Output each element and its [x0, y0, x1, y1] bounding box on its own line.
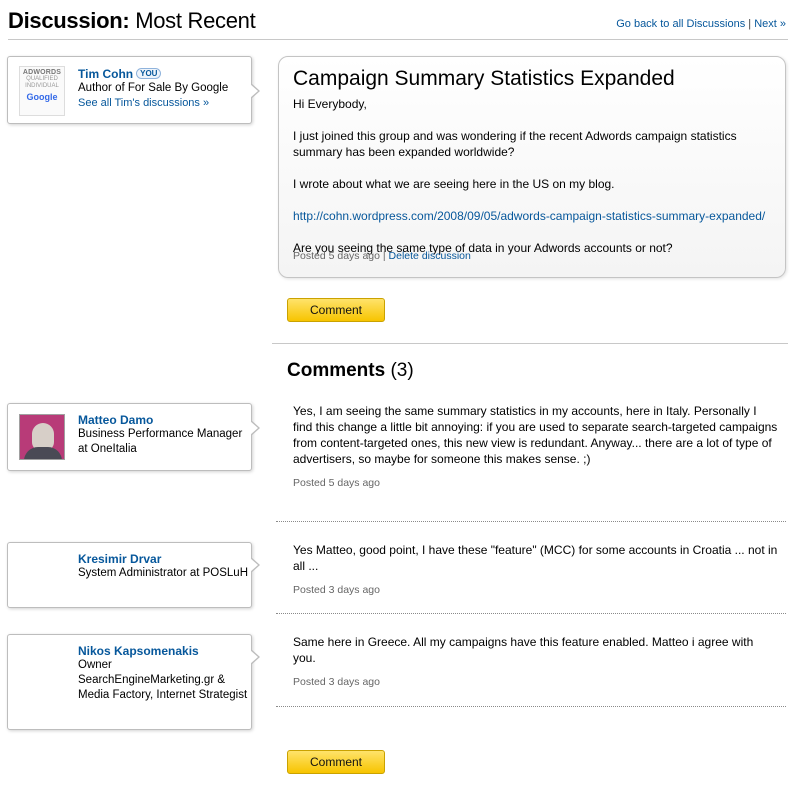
comments-count: (3) [385, 360, 414, 381]
post-paragraph-1: I just joined this group and was wonderi… [293, 129, 737, 159]
next-link[interactable]: Next » [754, 18, 786, 30]
comment-timestamp: Posted 5 days ago [293, 477, 380, 489]
badge-line2: QUALIFIED [26, 76, 58, 82]
author-card: ADWORDS QUALIFIED INDIVIDUAL Google Tim … [7, 56, 260, 124]
post-meta: Posted 5 days ago | Delete discussion [293, 250, 471, 262]
comment-separator [276, 521, 786, 522]
author-title: Author of For Sale By Google [78, 82, 229, 94]
google-logo: Google [26, 92, 58, 102]
you-badge: YOU [136, 68, 162, 79]
page-title: Discussion: Most Recent [8, 8, 256, 34]
back-to-discussions-link[interactable]: Go back to all Discussions [616, 18, 745, 30]
comment-timestamp: Posted 3 days ago [293, 676, 380, 688]
comment-separator [276, 613, 786, 614]
nav-separator: | [745, 18, 755, 30]
page-header: Discussion: Most Recent Go back to all D… [8, 6, 788, 40]
delete-discussion-link[interactable]: Delete discussion [389, 250, 471, 262]
post-body: Hi Everybody, I just joined this group a… [293, 96, 785, 272]
badge-line3: INDIVIDUAL [25, 83, 59, 89]
post-paragraph-2: I wrote about what we are seeing here in… [293, 177, 615, 191]
post-title: Campaign Summary Statistics Expanded [293, 67, 675, 90]
commenter-card: Kresimir Drvar System Administrator at P… [7, 542, 260, 608]
commenter-card: Nikos Kapsomenakis Owner SearchEngineMar… [7, 634, 260, 730]
commenter-role: Business Performance Manager at OneItali… [78, 428, 243, 455]
commenter-role: System Administrator at POSLuH [78, 567, 249, 579]
card-pointer [250, 649, 260, 665]
commenter-name[interactable]: Matteo Damo [78, 413, 153, 427]
post-greeting: Hi Everybody, [293, 97, 367, 111]
comment-text: Same here in Greece. All my campaigns ha… [293, 635, 754, 665]
discussion-nav: Go back to all Discussions | Next » [616, 18, 786, 30]
commenter-name[interactable]: Nikos Kapsomenakis [78, 644, 199, 658]
comment-button-top[interactable]: Comment [287, 298, 385, 322]
comments-heading: Comments (3) [287, 360, 414, 382]
author-name[interactable]: Tim Cohn [78, 67, 133, 81]
meta-separator: | [379, 250, 389, 262]
comment-button-bottom[interactable]: Comment [287, 750, 385, 774]
card-pointer [250, 557, 260, 573]
comment-separator [276, 706, 786, 707]
post-timestamp: Posted 5 days ago [293, 250, 380, 262]
comment-item: Yes Matteo, good point, I have these "fe… [293, 542, 779, 598]
comment-text: Yes, I am seeing the same summary statis… [293, 404, 778, 466]
card-pointer [250, 420, 260, 436]
section-divider [272, 343, 788, 344]
discussion-post: Campaign Summary Statistics Expanded Hi … [278, 56, 786, 278]
avatar[interactable] [19, 414, 65, 460]
page-title-rest: Most Recent [129, 8, 256, 33]
badge-line1: ADWORDS [22, 69, 62, 76]
card-pointer [250, 83, 260, 99]
see-all-discussions-link[interactable]: See all Tim's discussions » [78, 96, 248, 111]
comments-label: Comments [287, 360, 386, 381]
author-info: Tim Cohn YOU Author of For Sale By Google… [78, 67, 248, 111]
comment-item: Same here in Greece. All my campaigns ha… [293, 634, 779, 690]
blog-link[interactable]: http://cohn.wordpress.com/2008/09/05/adw… [293, 209, 765, 223]
page-title-bold: Discussion: [8, 8, 130, 33]
commenter-name[interactable]: Kresimir Drvar [78, 552, 161, 566]
comment-text: Yes Matteo, good point, I have these "fe… [293, 543, 778, 573]
comment-timestamp: Posted 3 days ago [293, 584, 380, 596]
commenter-card: Matteo Damo Business Performance Manager… [7, 403, 260, 471]
adwords-qualified-badge: ADWORDS QUALIFIED INDIVIDUAL Google [19, 66, 65, 116]
commenter-role: Owner SearchEngineMarketing.gr & Media F… [78, 659, 248, 701]
comment-item: Yes, I am seeing the same summary statis… [293, 403, 779, 491]
